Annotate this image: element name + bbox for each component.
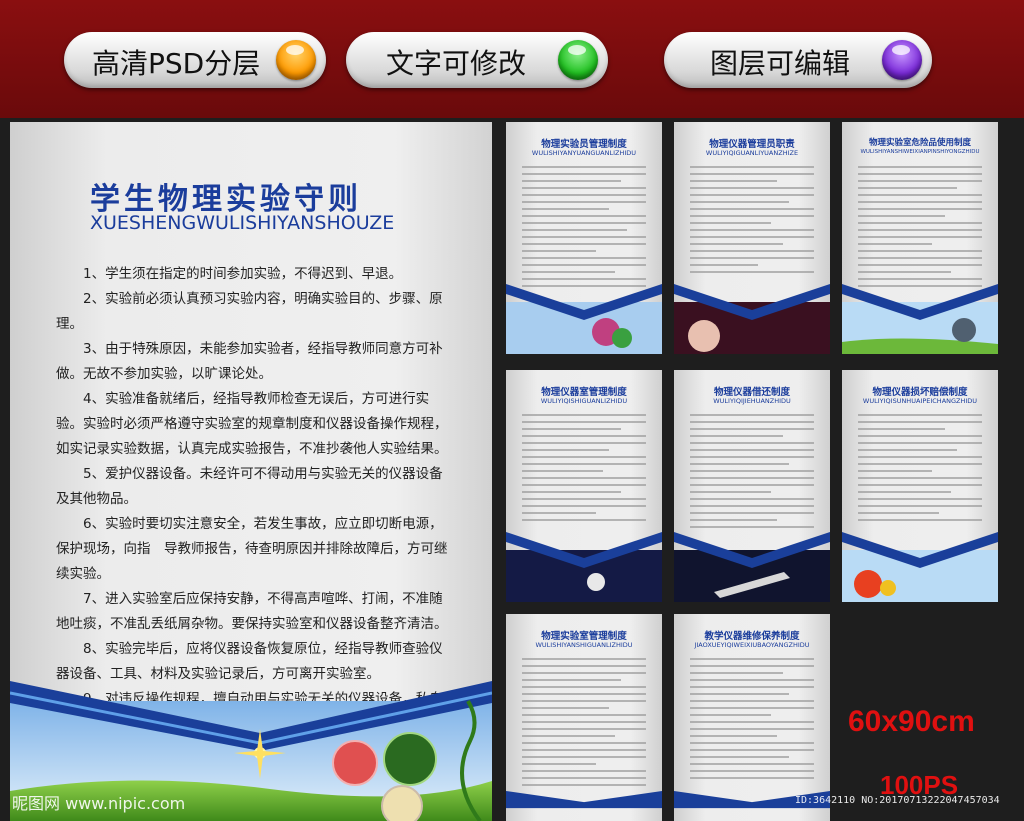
thumbnail-poster: 物理仪器室管理制度 WULIYIQISHIGUANLIZHIDU — [506, 370, 662, 602]
badge-label: 高清PSD分层 — [92, 47, 261, 80]
rule-item: 1、学生须在指定的时间参加实验，不得迟到、早退。 — [83, 266, 403, 282]
thumbnail-footer-art — [506, 791, 662, 809]
thumbnail-footer-art — [842, 532, 998, 602]
badge-label: 图层可编辑 — [710, 47, 851, 80]
badge-editable-text: 文字可修改 — [346, 32, 608, 88]
thumbnail-footer-art — [674, 532, 830, 602]
thumbnail-footer-art — [842, 284, 998, 354]
rule-item: 6、实验时要切实注意安全，若发生事故，应立即切断电源，保护现场，向指 导教师报告… — [56, 516, 448, 582]
rule-item: 4、实验准备就绪后，经指导教师检查无误后，方可进行实验。实验时必须严格遵守实验室… — [56, 391, 448, 457]
thumbnail-text-lines — [858, 166, 982, 292]
badge-label: 文字可修改 — [386, 47, 527, 80]
thumbnail-poster: 物理仪器借还制度 WULIYIQIJIEHUANZHIDU — [674, 370, 830, 602]
thumbnail-title: 物理仪器借还制度 — [713, 387, 790, 398]
thumbnail-text-lines — [522, 414, 646, 526]
thumbnail-title: 物理实验员管理制度 — [541, 139, 627, 150]
thumbnail-pinyin: JIAOXUEYIQIWEIXIUBAOYANGZHIDU — [694, 641, 810, 649]
thumbnail-text-lines — [690, 414, 814, 533]
poster-pinyin: XUESHENGWULISHIYANSHOUZE — [90, 212, 395, 234]
rule-item: 5、爱护仪器设备。未经许可不得动用与实验无关的仪器设备及其他物品。 — [56, 466, 443, 507]
thumbnail-pinyin: WULIYIQISHIGUANLIZHIDU — [540, 397, 628, 405]
thumbnail-text-lines — [858, 414, 982, 526]
thumbnail-poster: 物理仪器损坏赔偿制度 WULIYIQISUNHUAIPEICHANGZHIDU — [842, 370, 998, 602]
thumbnail-text-lines — [522, 166, 646, 292]
thumbnail-poster: 物理实验室管理制度 WULISHIYANSHIGUANLIZHIDU — [506, 614, 662, 821]
rule-item: 7、进入实验室后应保持安静，不得高声喧哗、打闹，不准随地吐痰，不准乱丢纸屑杂物。… — [56, 591, 448, 632]
thumbnail-title: 物理仪器损坏赔偿制度 — [872, 387, 968, 398]
thumbnail-pinyin: WULIYIQIGUANLIYUANZHIZE — [705, 149, 799, 157]
thumbnail-pinyin: WULISHIYANSHIGUANLIZHIDU — [535, 641, 633, 649]
thumbnail-pinyin: WULIYIQIJIEHUANZHIDU — [713, 397, 791, 405]
rule-item: 3、由于特殊原因，未能参加实验者，经指导教师同意方可补做。无故不参加实验，以旷课… — [56, 341, 443, 382]
badge-editable-layers: 图层可编辑 — [664, 32, 932, 88]
thumbnail-pinyin: WULISHIYANYUANGUANLIZHIDU — [531, 149, 637, 157]
id-watermark: ID:3642110 NO:20170713222047457034 — [795, 795, 1000, 806]
thumbnail-title: 物理实验室管理制度 — [541, 631, 627, 642]
purple-orb-icon — [882, 40, 922, 80]
thumbnail-poster: 物理仪器管理员职责 WULIYIQIGUANLIYUANZHIZE — [674, 122, 830, 354]
thumbnail-text-lines — [690, 166, 814, 278]
thumbnail-footer-art — [674, 284, 830, 354]
badge-psd-layers: 高清PSD分层 — [64, 32, 326, 88]
thumbnail-poster: 教学仪器维修保养制度 JIAOXUEYIQIWEIXIUBAOYANGZHIDU — [674, 614, 830, 821]
thumbnail-poster: 物理实验员管理制度 WULISHIYANYUANGUANLIZHIDU — [506, 122, 662, 354]
thumbnail-text-lines — [522, 658, 646, 791]
thumbnail-pinyin: WULISHIYANSHIWEIXIANPINSHIYONGZHIDU — [860, 149, 980, 155]
size-label: 60x90cm — [848, 705, 975, 738]
thumbnail-footer-art — [506, 284, 662, 354]
thumbnail-footer-art — [506, 532, 662, 602]
orange-orb-icon — [276, 40, 316, 80]
main-poster: 学生物理实验守则 XUESHENGWULISHIYANSHOUZE 1、学生须在… — [10, 122, 492, 821]
thumbnail-title: 物理仪器管理员职责 — [709, 139, 795, 150]
green-orb-icon — [558, 40, 598, 80]
thumbnail-poster: 物理实验室危险品使用制度 WULISHIYANSHIWEIXIANPINSHIY… — [842, 122, 998, 354]
rule-item: 8、实验完毕后，应将仪器设备恢复原位，经指导教师查验仪器设备、工具、材料及实验记… — [56, 641, 443, 682]
thumbnail-title: 教学仪器维修保养制度 — [704, 631, 800, 642]
thumbnail-title: 物理实验室危险品使用制度 — [868, 138, 971, 148]
rule-item: 2、实验前必须认真预习实验内容，明确实验目的、步骤、原理。 — [56, 291, 443, 332]
thumbnail-title: 物理仪器室管理制度 — [541, 387, 627, 398]
site-watermark: 昵图网 www.nipic.com — [12, 794, 186, 813]
thumbnail-text-lines — [690, 658, 814, 784]
thumbnail-pinyin: WULIYIQISUNHUAIPEICHANGZHIDU — [862, 397, 978, 405]
